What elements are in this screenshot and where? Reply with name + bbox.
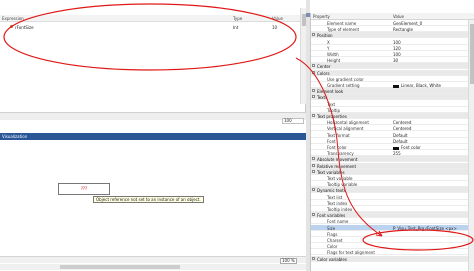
expand-toggle-icon[interactable] <box>312 169 315 173</box>
color-swatch <box>393 84 399 88</box>
properties-header: Property Value <box>311 13 474 20</box>
property-row[interactable]: Tooltip index <box>311 206 469 212</box>
property-row[interactable]: Horizontal alignment Centered <box>311 119 469 126</box>
watch-row[interactable]: rFontSize Int 10 <box>0 24 300 31</box>
property-row[interactable]: Height 30 <box>311 57 469 64</box>
property-category[interactable]: Font variables <box>311 212 469 219</box>
watch-panel: Expression Type Value rFontSize Int 10 <box>0 8 306 120</box>
property-row[interactable]: Text format Default <box>311 132 469 138</box>
property-category[interactable]: Element look <box>311 88 469 95</box>
property-category[interactable]: Dynamic texts <box>311 187 469 194</box>
expand-toggle-icon[interactable] <box>312 188 315 192</box>
property-category[interactable]: Center <box>311 63 469 70</box>
property-row[interactable]: Size P_Visu_Test_Prg.rFontSize <px> <box>311 224 469 231</box>
property-row[interactable]: Font name <box>311 218 469 225</box>
expand-toggle-icon[interactable] <box>312 157 315 161</box>
column-value[interactable]: Value <box>272 16 283 21</box>
column-value[interactable]: Value <box>393 14 404 19</box>
column-property[interactable]: Property <box>313 14 330 19</box>
expand-toggle-icon[interactable] <box>312 64 315 68</box>
column-type[interactable]: Type <box>233 16 242 21</box>
property-row[interactable]: Text index <box>311 200 469 206</box>
property-row[interactable]: Text list <box>311 194 469 200</box>
property-row[interactable]: Gradient setting Linear, Black, White <box>311 82 469 88</box>
property-row[interactable]: Type of element Rectangle <box>311 26 469 33</box>
scrollbar-thumb[interactable] <box>60 265 180 269</box>
property-category[interactable]: Texts <box>311 94 469 101</box>
property-category[interactable]: Text properties <box>311 113 469 119</box>
expand-toggle-icon[interactable] <box>312 114 315 117</box>
property-name: Color variables <box>317 256 347 262</box>
visualization-canvas[interactable]: ??? Object reference not set to an insta… <box>0 140 306 266</box>
property-row[interactable]: Y 120 <box>311 45 469 51</box>
visualization-statusbar: 100 % <box>0 256 306 264</box>
property-row[interactable]: Vertical alignment Centered <box>311 125 469 132</box>
column-expression[interactable]: Expression <box>2 16 24 21</box>
property-row[interactable]: Charset <box>311 237 469 243</box>
property-category[interactable]: Position <box>311 32 469 39</box>
property-row[interactable]: Transparency 255 <box>311 150 469 157</box>
rectangle-element[interactable]: ??? <box>58 183 110 195</box>
expand-toggle-icon[interactable] <box>312 89 315 93</box>
property-category[interactable]: Text variables <box>311 168 469 175</box>
scrollbar-thumb[interactable] <box>470 24 474 84</box>
watch-type: Int <box>233 25 239 30</box>
property-row[interactable]: Color <box>311 243 469 250</box>
property-category[interactable]: Absolute movement <box>311 156 469 163</box>
horizontal-scrollbar[interactable] <box>0 264 306 270</box>
expand-toggle-icon[interactable] <box>312 256 315 260</box>
property-row[interactable]: Text <box>311 101 469 107</box>
property-row[interactable]: Flags for text alignment <box>311 249 469 256</box>
property-category[interactable]: Colors <box>311 69 469 76</box>
properties-panel: Property Value Element name GenElement_0 T… <box>310 13 474 271</box>
expand-toggle-icon[interactable] <box>312 33 315 37</box>
properties-scrollbar[interactable] <box>468 20 474 271</box>
property-category[interactable]: Relative movement <box>311 162 469 169</box>
property-row[interactable]: Element name GenElement_0 <box>311 20 469 26</box>
expand-toggle-icon[interactable] <box>312 163 315 167</box>
property-row[interactable]: Font Default <box>311 138 469 144</box>
expand-toggle-icon[interactable] <box>312 213 315 217</box>
watch-expression: rFontSize <box>15 25 34 30</box>
expand-toggle-icon[interactable] <box>312 70 315 74</box>
watch-zoom[interactable]: 100 <box>282 118 304 124</box>
tab-visualization[interactable]: Visualization <box>2 134 27 139</box>
property-row[interactable]: Use gradient color <box>311 76 469 82</box>
property-row[interactable]: Width 100 <box>311 51 469 57</box>
watch-value[interactable]: 10 <box>272 25 277 30</box>
property-row[interactable]: Text variable <box>311 175 469 181</box>
color-swatch <box>393 146 399 150</box>
property-row[interactable]: Flags <box>311 231 469 237</box>
error-tooltip: Object reference not set to an instance … <box>93 196 204 203</box>
expand-toggle-icon[interactable] <box>312 95 315 99</box>
property-row[interactable]: X 100 <box>311 39 469 45</box>
watch-header: Expression Type Value <box>0 15 300 22</box>
property-row[interactable]: Tooltip <box>311 107 469 113</box>
property-category[interactable]: Color variables <box>311 255 469 262</box>
variable-icon <box>10 25 13 28</box>
visualization-tabbar: Visualization <box>0 133 306 140</box>
property-row[interactable]: Tooltip variable <box>311 181 469 188</box>
property-row[interactable]: Font color Font color <box>311 144 469 150</box>
watch-footer <box>0 112 306 120</box>
